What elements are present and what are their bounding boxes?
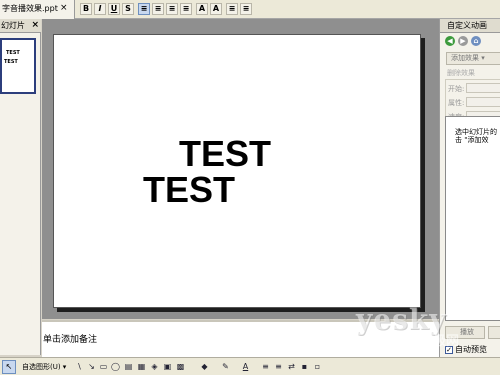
add-effect-button[interactable]: 添加效果 ▾ (446, 52, 500, 65)
slide-text-box[interactable]: TEST (179, 136, 271, 172)
document-tab-close-icon[interactable]: × (60, 0, 68, 16)
numbering-button[interactable]: ≡ (226, 3, 238, 15)
line-style-icon[interactable]: ≡ (260, 361, 271, 372)
arrow-style-icon[interactable]: ⇄ (286, 361, 297, 372)
slide-text-box[interactable]: TEST (143, 172, 235, 208)
slideshow-button[interactable] (488, 326, 500, 339)
thumbnail-text-line: TEST (4, 59, 18, 65)
wordart-icon[interactable]: ◈ (149, 361, 160, 372)
back-icon[interactable]: ◀ (445, 36, 455, 46)
dash-style-icon[interactable]: ≡ (273, 361, 284, 372)
document-tab[interactable]: 字音播效果.ppt × (0, 0, 75, 19)
drawing-toolbar: ↖ 自选图形(U) ▾ \ ↘ ▭ ◯ ▤ ▦ ◈ ▣ ▩ ◆ ✎ A ≡ ≡ … (0, 357, 500, 375)
document-tab-title: 字音播效果.ppt (2, 4, 58, 13)
align-center-button[interactable]: ≡ (152, 3, 164, 15)
shadow-style-icon[interactable]: ▪ (299, 361, 310, 372)
clipart-icon[interactable]: ▩ (175, 361, 186, 372)
bold-button[interactable]: B (80, 3, 92, 15)
animation-list[interactable]: 选中幻灯片的 击 "添加效 (445, 116, 500, 321)
underline-button[interactable]: U (108, 3, 120, 15)
start-label: 开始: (448, 85, 465, 93)
fill-color-icon[interactable]: ◆ (199, 361, 210, 372)
autoshapes-menu[interactable]: 自选图形(U) ▾ (22, 361, 66, 373)
align-right-button[interactable]: ≡ (166, 3, 178, 15)
bullets-button[interactable]: ≡ (240, 3, 252, 15)
animation-list-hint: 选中幻灯片的 击 "添加效 (455, 128, 497, 144)
slide-canvas[interactable]: TEST TEST (53, 34, 421, 308)
forward-icon[interactable]: ▶ (458, 36, 468, 46)
increase-font-button[interactable]: A (196, 3, 208, 15)
home-icon[interactable]: ⌂ (471, 36, 481, 46)
shadow-button[interactable]: S (122, 3, 134, 15)
select-objects-icon[interactable]: ↖ (2, 360, 16, 374)
align-left-button[interactable]: ≡ (138, 3, 150, 15)
arrow-icon[interactable]: ↘ (86, 361, 97, 372)
decrease-font-button[interactable]: A (210, 3, 222, 15)
thumbnail-text-line: TEST (6, 50, 20, 56)
vertical-textbox-icon[interactable]: ▦ (136, 361, 147, 372)
textbox-icon[interactable]: ▤ (123, 361, 134, 372)
top-toolbar: 字音播效果.ppt × B I U S ≡ ≡ ≡ ≡ A A ≡ ≡ (0, 0, 500, 19)
task-pane-title: 自定义动画 (440, 19, 500, 33)
slides-tab[interactable]: 幻灯片 × (0, 19, 41, 33)
diagram-icon[interactable]: ▣ (162, 361, 173, 372)
italic-button[interactable]: I (94, 3, 106, 15)
3d-style-icon[interactable]: ▫ (312, 361, 323, 372)
notes-placeholder: 单击添加备注 (43, 335, 98, 345)
property-label: 属性: (448, 99, 465, 107)
justify-button[interactable]: ≡ (180, 3, 192, 15)
slide-editing-area: TEST TEST (42, 19, 439, 319)
rectangle-icon[interactable]: ▭ (98, 361, 109, 372)
slides-tab-label: 幻灯片 (1, 21, 25, 30)
slides-pane: 幻灯片 × TEST TEST (0, 19, 41, 355)
line-color-icon[interactable]: ✎ (220, 361, 231, 372)
watermark-subtitle: 天极网 (420, 334, 460, 349)
autopreview-label: 自动预览 (455, 345, 487, 354)
oval-icon[interactable]: ◯ (110, 361, 121, 372)
start-select[interactable] (466, 83, 500, 93)
line-icon[interactable]: \ (74, 361, 85, 372)
property-select[interactable] (466, 97, 500, 107)
slides-pane-close-icon[interactable]: × (31, 19, 39, 32)
font-color-icon[interactable]: A (240, 361, 251, 372)
custom-animation-pane: 自定义动画 ◀ ▶ ⌂ 添加效果 ▾ 删除效果 开始: 属性: 速度: 选中幻灯… (439, 19, 500, 357)
remove-effect-button[interactable]: 删除效果 (447, 68, 475, 78)
slide-thumbnail[interactable]: TEST TEST (0, 38, 36, 94)
